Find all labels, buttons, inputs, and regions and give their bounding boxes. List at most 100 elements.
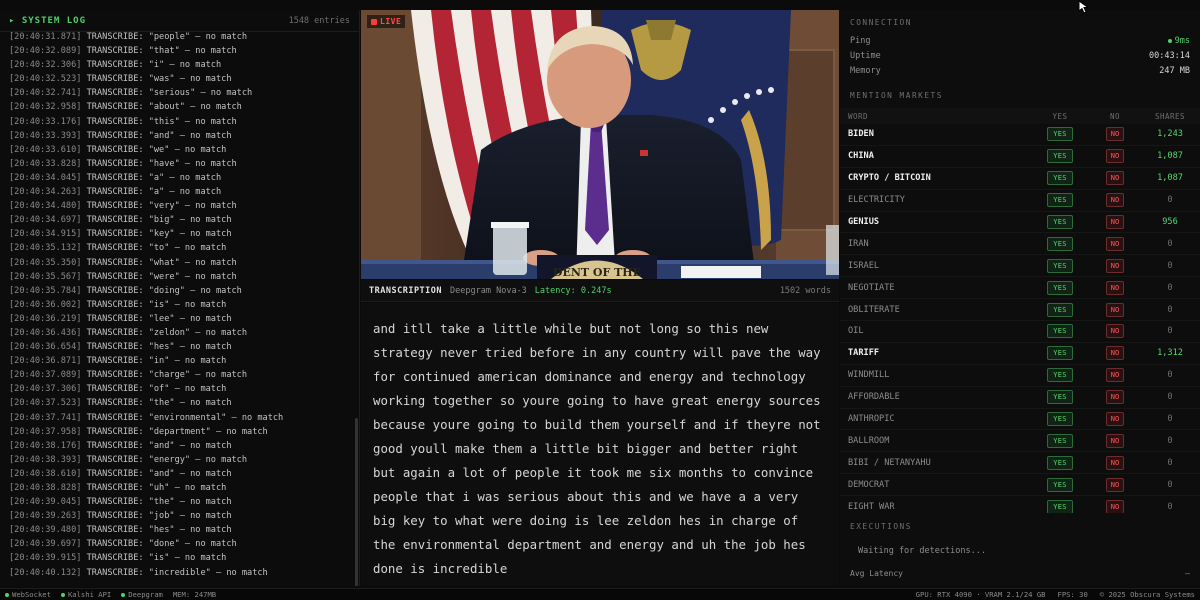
buy-no-button[interactable]: NO: [1105, 433, 1125, 448]
log-timestamp: [20:40:37.958]: [9, 426, 82, 437]
buy-yes-button[interactable]: YES: [1047, 455, 1073, 470]
log-timestamp: [20:40:37.741]: [9, 412, 82, 423]
avg-latency-row: Avg Latency —: [850, 569, 1190, 578]
market-shares: 0: [1167, 414, 1173, 425]
log-line: [20:40:34.915] TRANSCRIBE: "key" — no ma…: [0, 227, 353, 241]
log-scrollbar[interactable]: [355, 418, 358, 586]
buy-no-button[interactable]: NO: [1105, 346, 1125, 361]
mention-markets-table[interactable]: WORD YES NO SHARES BIDEN YES NO 1,243 CHINA Y…: [840, 108, 1200, 513]
market-no-cell: NO: [1090, 390, 1140, 405]
market-shares: 0: [1167, 501, 1173, 512]
log-message: TRANSCRIBE: "key" — no match: [86, 229, 232, 240]
buy-no-button[interactable]: NO: [1105, 258, 1125, 273]
status-kalshi: Kalshi API: [60, 590, 111, 599]
market-shares: 1,087: [1157, 151, 1183, 162]
buy-yes-button[interactable]: YES: [1047, 127, 1073, 142]
buy-yes-button[interactable]: YES: [1047, 390, 1073, 405]
market-row: TARIFF YES NO 1,312: [840, 343, 1200, 365]
log-message: TRANSCRIBE: "lee" — no match: [86, 313, 232, 324]
buy-no-button[interactable]: NO: [1105, 368, 1125, 383]
log-timestamp: [20:40:34.263]: [9, 187, 82, 198]
log-message: TRANSCRIBE: "to" — no match: [86, 243, 227, 254]
market-yes-cell: YES: [1030, 455, 1090, 470]
buy-yes-button[interactable]: YES: [1047, 215, 1073, 229]
log-message: TRANSCRIBE: "and" — no match: [86, 440, 232, 451]
buy-no-button[interactable]: NO: [1105, 390, 1125, 405]
buy-no-button[interactable]: NO: [1105, 280, 1125, 295]
buy-no-button[interactable]: NO: [1105, 236, 1125, 251]
log-timestamp: [20:40:37.089]: [9, 370, 82, 381]
buy-yes-button[interactable]: YES: [1047, 412, 1073, 427]
executions-section-label: EXECUTIONS: [850, 522, 912, 531]
buy-yes-button[interactable]: YES: [1047, 433, 1073, 448]
log-message: TRANSCRIBE: "was" — no match: [86, 74, 232, 85]
buy-no-button[interactable]: NO: [1105, 149, 1125, 164]
buy-no-button[interactable]: NO: [1105, 477, 1125, 492]
market-word: OBLITERATE: [848, 304, 900, 315]
buy-yes-button[interactable]: YES: [1047, 346, 1073, 361]
log-timestamp: [20:40:36.002]: [9, 299, 82, 310]
log-message: TRANSCRIBE: "very" — no match: [86, 201, 237, 212]
buy-yes-button[interactable]: YES: [1047, 477, 1073, 492]
buy-yes-button[interactable]: YES: [1047, 499, 1073, 513]
log-message: TRANSCRIBE: "hes" — no match: [86, 525, 232, 536]
log-message: TRANSCRIBE: "done" — no match: [86, 539, 237, 550]
buy-no-button[interactable]: NO: [1105, 324, 1125, 339]
system-log-list[interactable]: [20:40:31.871] TRANSCRIBE: "people" — no…: [0, 30, 353, 580]
log-message: TRANSCRIBE: "department" — no match: [86, 426, 268, 437]
log-line: [20:40:39.045] TRANSCRIBE: "the" — no ma…: [0, 495, 353, 509]
buy-no-button[interactable]: NO: [1105, 412, 1125, 427]
buy-no-button[interactable]: NO: [1105, 215, 1125, 229]
market-word: DEMOCRAT: [848, 479, 890, 490]
log-line: [20:40:38.610] TRANSCRIBE: "and" — no ma…: [0, 467, 353, 481]
buy-yes-button[interactable]: YES: [1047, 193, 1073, 208]
market-yes-cell: YES: [1030, 149, 1090, 164]
buy-yes-button[interactable]: YES: [1047, 258, 1073, 273]
market-row: ISRAEL YES NO 0: [840, 255, 1200, 278]
log-message: TRANSCRIBE: "of" — no match: [86, 384, 227, 395]
log-timestamp: [20:40:38.393]: [9, 454, 82, 465]
market-yes-cell: YES: [1030, 499, 1090, 513]
log-timestamp: [20:40:34.915]: [9, 229, 82, 240]
buy-no-button[interactable]: NO: [1105, 499, 1125, 513]
buy-yes-button[interactable]: YES: [1047, 368, 1073, 383]
market-yes-cell: YES: [1030, 258, 1090, 273]
buy-no-button[interactable]: NO: [1105, 302, 1125, 317]
market-yes-cell: YES: [1030, 280, 1090, 295]
live-label: LIVE: [380, 17, 402, 26]
deepgram-status-dot-icon: [121, 592, 126, 597]
buy-no-button[interactable]: NO: [1105, 171, 1125, 186]
log-message: TRANSCRIBE: "doing" — no match: [86, 285, 242, 296]
buy-no-button[interactable]: NO: [1105, 455, 1125, 470]
transcription-body[interactable]: and itll take a little while but not lon…: [361, 303, 839, 586]
markets-table-body: BIDEN YES NO 1,243 CHINA YES NO 1,087 CRYPTO / B…: [840, 124, 1200, 513]
market-word: AFFORDABLE: [848, 392, 900, 403]
market-row: BALLROOM YES NO 0: [840, 430, 1200, 453]
ping-value-wrap: 9ms: [1167, 36, 1190, 46]
live-dot-icon: [371, 18, 377, 25]
log-line: [20:40:35.350] TRANSCRIBE: "what" — no m…: [0, 256, 353, 270]
buy-yes-button[interactable]: YES: [1047, 171, 1073, 186]
mouse-cursor-icon: [1078, 0, 1090, 14]
buy-yes-button[interactable]: YES: [1047, 302, 1073, 317]
market-word: CHINA: [848, 151, 874, 162]
buy-yes-button[interactable]: YES: [1047, 236, 1073, 251]
buy-yes-button[interactable]: YES: [1047, 280, 1073, 295]
market-no-cell: NO: [1090, 280, 1140, 295]
log-timestamp: [20:40:35.784]: [9, 285, 82, 296]
buy-yes-button[interactable]: YES: [1047, 149, 1073, 164]
market-yes-cell: YES: [1030, 193, 1090, 208]
market-no-cell: NO: [1090, 368, 1140, 383]
buy-no-button[interactable]: NO: [1105, 127, 1125, 142]
log-timestamp: [20:40:38.176]: [9, 440, 82, 451]
status-fps: FPS: 30: [1057, 590, 1088, 599]
live-video-feed[interactable]: DENT OF THE LIVE: [361, 10, 839, 279]
log-message: TRANSCRIBE: "is" — no match: [86, 299, 227, 310]
buy-no-button[interactable]: NO: [1105, 193, 1125, 208]
log-timestamp: [20:40:36.654]: [9, 342, 82, 353]
market-no-cell: NO: [1090, 455, 1140, 470]
buy-yes-button[interactable]: YES: [1047, 324, 1073, 339]
market-shares: 0: [1167, 304, 1173, 315]
log-message: TRANSCRIBE: "that" — no match: [86, 46, 237, 57]
log-line: [20:40:39.263] TRANSCRIBE: "job" — no ma…: [0, 509, 353, 523]
